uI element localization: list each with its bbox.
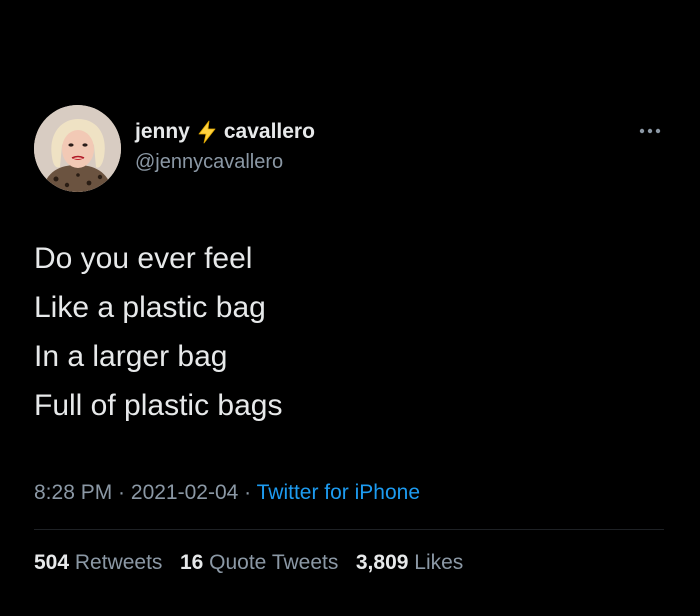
user-handle[interactable]: @jennycavallero xyxy=(135,151,283,174)
tweet-text-line: Full of plastic bags xyxy=(34,389,283,422)
high-voltage-icon xyxy=(194,119,220,145)
tweet-text-line: Like a plastic bag xyxy=(34,291,266,324)
divider xyxy=(34,529,664,530)
display-name[interactable]: jenny cavallero xyxy=(135,119,315,145)
tweet-source-link[interactable]: Twitter for iPhone xyxy=(257,481,420,504)
likes-label: Likes xyxy=(414,551,464,574)
tweet-time[interactable]: 8:28 PM xyxy=(34,481,112,504)
tweet-text-line: Do you ever feel xyxy=(34,242,253,275)
tweet-text-line: In a larger bag xyxy=(34,340,228,373)
display-name-first: jenny xyxy=(135,120,190,143)
quote-tweets-label: Quote Tweets xyxy=(209,551,339,574)
retweets-stat[interactable]: 504 Retweets xyxy=(34,551,162,574)
quote-tweets-count: 16 xyxy=(179,551,204,574)
likes-count: 3,809 xyxy=(355,551,409,574)
tweet-stats: 504 Retweets 16 Quote Tweets 3,809 Likes xyxy=(34,551,463,575)
tweet-card: jenny cavallero @jennycavallero Do you e… xyxy=(0,0,700,616)
display-name-last: cavallero xyxy=(223,120,315,143)
retweets-count: 504 xyxy=(34,551,70,574)
meta-separator: · xyxy=(238,481,257,504)
more-options-icon[interactable] xyxy=(637,124,663,136)
quote-tweets-stat[interactable]: 16 Quote Tweets xyxy=(168,551,338,574)
retweets-label: Retweets xyxy=(74,551,163,574)
likes-stat[interactable]: 3,809 Likes xyxy=(344,551,463,574)
avatar[interactable] xyxy=(34,105,121,192)
tweet-text: Do you ever feel Like a plastic bag In a… xyxy=(34,234,282,430)
avatar-image xyxy=(34,105,121,192)
meta-separator: · xyxy=(112,481,131,504)
tweet-meta: 8:28 PM · 2021-02-04 · Twitter for iPhon… xyxy=(34,481,420,505)
tweet-date[interactable]: 2021-02-04 xyxy=(131,481,238,504)
